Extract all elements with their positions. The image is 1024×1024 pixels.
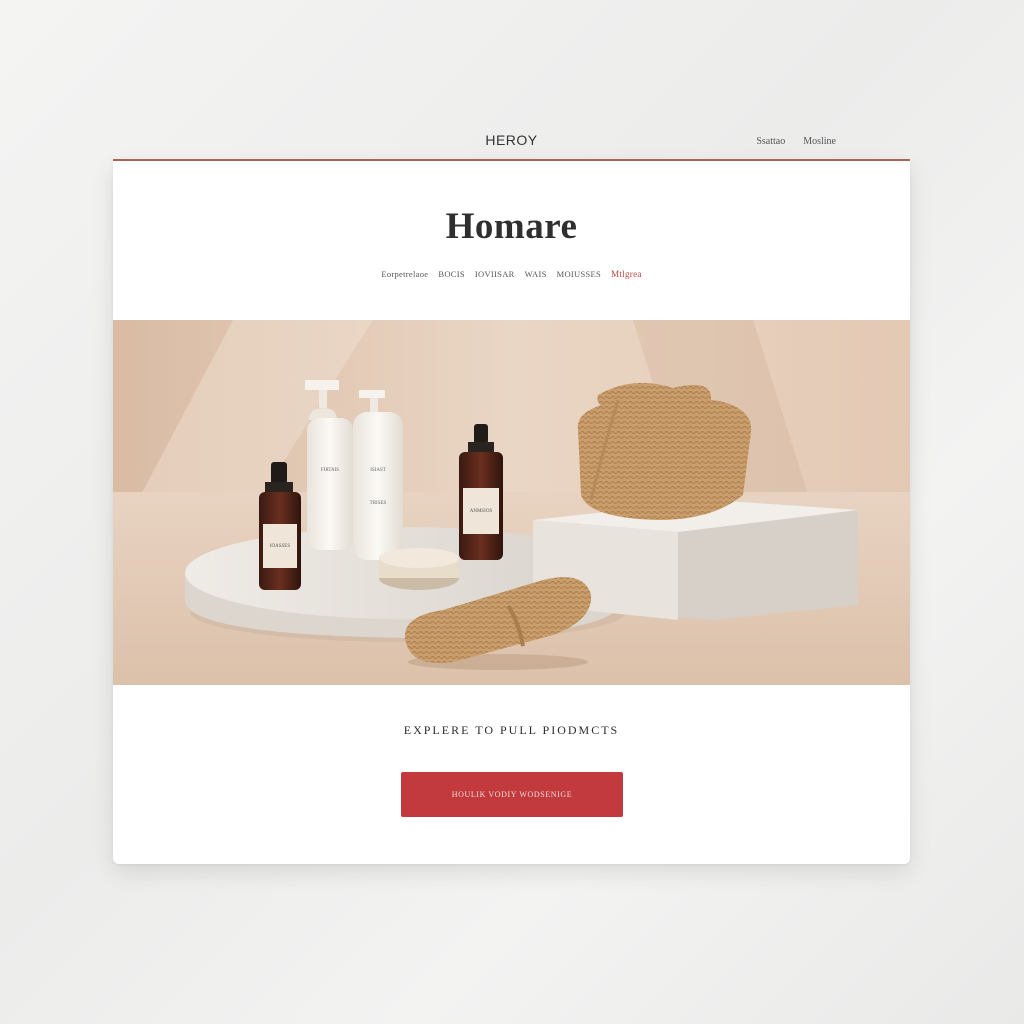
hero-image: IOASSES FIRTAIS ISIAST ANMSIOS TRISES xyxy=(113,320,910,685)
top-link-ssattao[interactable]: Ssattao xyxy=(756,136,785,147)
nav-item-2[interactable]: BOCIS xyxy=(438,269,465,279)
woven-basket xyxy=(577,400,752,520)
nav-item-4[interactable]: WAIS xyxy=(525,269,547,279)
top-link-mosline[interactable]: Mosline xyxy=(803,136,836,147)
page-title: Homare xyxy=(445,206,578,247)
top-bar: HEROY Ssattao Mosline xyxy=(113,120,910,160)
bottle-label-1: IOASSES xyxy=(269,543,291,549)
explore-heading: EXPLERE TO PULL PIODMCTS xyxy=(403,723,620,737)
nav-item-1[interactable]: Eorpetrelaoe xyxy=(381,269,428,279)
category-nav: Eorpetrelaoe BOCIS IOVIISAR WAIS MOIUSSE… xyxy=(113,269,910,279)
shop-now-button-label: HOULIK VODIY WODSENIGE xyxy=(451,790,573,799)
hero-illustration xyxy=(113,320,910,685)
bottle-label-5: TRISES xyxy=(369,500,387,506)
soap-bar xyxy=(379,548,459,590)
shop-now-button[interactable]: HOULIK VODIY WODSENIGE xyxy=(401,772,623,817)
page-card: Homare Eorpetrelaoe BOCIS IOVIISAR WAIS … xyxy=(113,161,910,864)
bottle-label-3: ISIAST xyxy=(370,467,386,473)
bottle-label-2: FIRTAIS xyxy=(320,467,340,473)
nav-item-3[interactable]: IOVIISAR xyxy=(475,269,515,279)
nav-item-5[interactable]: MOIUSSES xyxy=(557,269,601,279)
nav-item-active[interactable]: Mtlgrea xyxy=(611,269,642,279)
top-links: Ssattao Mosline xyxy=(756,136,836,147)
bottle-label-4: ANMSIOS xyxy=(469,508,493,514)
